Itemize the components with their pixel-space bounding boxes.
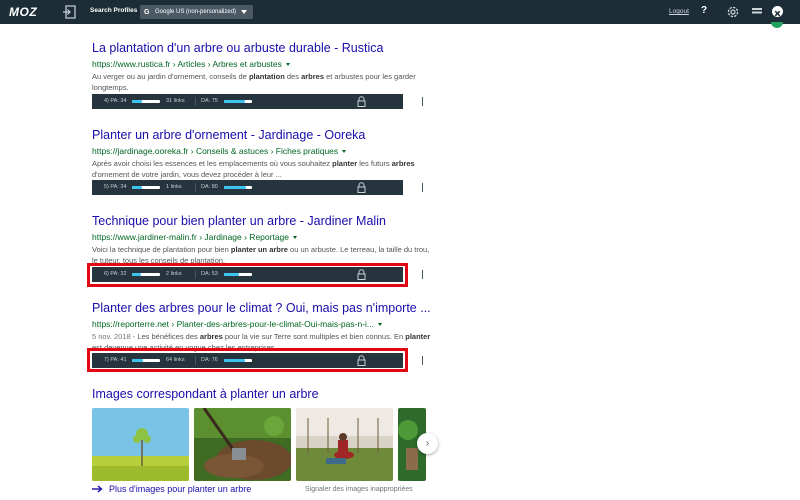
next-images-button[interactable]: › (417, 433, 438, 454)
result-snippet: Au verger ou au jardin d'ornement, conse… (92, 72, 416, 92)
google-icon: G (144, 8, 150, 16)
pa-meter (132, 100, 160, 103)
result-url-text: https://www.jardiner-malin.fr › Jardinag… (92, 232, 289, 242)
da-meter (224, 100, 252, 103)
status-indicator (771, 22, 783, 28)
close-icon[interactable] (772, 6, 783, 17)
result-date: 5 nov. 2018 - (92, 332, 138, 341)
chevron-down-icon[interactable] (342, 149, 347, 153)
help-icon[interactable]: ? (701, 5, 707, 16)
result-title-link[interactable]: Planter un arbre d'ornement - Jardinage … (92, 128, 432, 143)
pa-meter (132, 186, 160, 189)
arrow-right-icon (92, 485, 103, 493)
link-analysis-link[interactable]: Link Analysis (434, 96, 455, 108)
pa-meter-fill (132, 186, 142, 189)
da-meter (224, 186, 252, 189)
chevron-down-icon[interactable] (378, 322, 383, 326)
search-profile-value: Google US (non-personalized) (155, 9, 237, 15)
link-analysis-link[interactable]: Link Analysis (434, 269, 455, 281)
highlight-box (87, 263, 408, 287)
moz-metrics-bar: 5) PA: 34 1 links DA: 80 Link Analysis (92, 180, 455, 195)
divider (422, 356, 423, 365)
result-title-link[interactable]: La plantation d'un arbre ou arbuste dura… (92, 41, 432, 56)
moz-metrics-bar: 4) PA: 34 31 links DA: 75 Link Analysis (92, 94, 455, 109)
report-images-link[interactable]: Signaler des images inappropriées (305, 486, 413, 493)
result-title-link[interactable]: Technique pour bien planter un arbre - J… (92, 214, 432, 229)
da-meter-fill (224, 100, 245, 103)
moz-logo: MOZ (9, 5, 38, 19)
planting-shovel-image (194, 408, 291, 481)
more-images-label: Plus d'images pour planter un arbre (109, 484, 252, 494)
links-count: 31 links (166, 98, 185, 104)
result-url[interactable]: https://www.rustica.fr › Articles › Arbr… (92, 58, 432, 70)
result-url[interactable]: https://www.jardiner-malin.fr › Jardinag… (92, 231, 432, 243)
divider (422, 183, 423, 192)
search-profile-select[interactable]: G Google US (non-personalized) (140, 5, 253, 19)
result-url[interactable]: https://reporterre.net › Planter-des-arb… (92, 318, 432, 330)
exit-icon[interactable] (62, 5, 76, 19)
page-authority: 4) PA: 34 (104, 98, 127, 104)
da-meter-fill (224, 186, 247, 189)
chevron-down-icon[interactable] (293, 235, 297, 239)
result-snippet: Après avoir choisi les essences et les e… (92, 159, 415, 179)
image-thumb-planted-tree[interactable] (296, 408, 393, 481)
search-result: Technique pour bien planter un arbre - J… (92, 214, 432, 266)
chevron-down-icon (241, 10, 247, 14)
divider (195, 97, 196, 106)
divider (195, 183, 196, 192)
minimize-icon[interactable] (752, 8, 762, 15)
image-thumb-young-tree[interactable] (92, 408, 189, 481)
result-url-text: https://jardinage.ooreka.fr › Conseils &… (92, 146, 339, 156)
result-url-text: https://www.rustica.fr › Articles › Arbr… (92, 59, 282, 69)
pa-meter-fill (132, 100, 142, 103)
domain-authority: DA: 75 (201, 98, 218, 104)
lock-icon[interactable] (357, 96, 366, 107)
domain-authority: DA: 80 (201, 184, 218, 190)
search-result: Planter un arbre d'ornement - Jardinage … (92, 128, 432, 180)
divider (422, 270, 423, 279)
links-count: 1 links (166, 184, 182, 190)
planted-tree-image (296, 408, 393, 481)
lock-icon[interactable] (357, 182, 366, 193)
link-analysis-link[interactable]: Link Analysis (434, 182, 455, 194)
result-title-link[interactable]: Planter des arbres pour le climat ? Oui,… (92, 301, 432, 316)
chevron-right-icon: › (425, 438, 430, 449)
search-result: La plantation d'un arbre ou arbuste dura… (92, 41, 432, 93)
logout-link[interactable]: Logout (669, 8, 689, 15)
image-thumb-planting-shovel[interactable] (194, 408, 291, 481)
divider (422, 97, 423, 106)
link-analysis-link[interactable]: Link Analysis (434, 355, 455, 367)
result-url[interactable]: https://jardinage.ooreka.fr › Conseils &… (92, 145, 432, 157)
chevron-down-icon[interactable] (285, 62, 290, 66)
result-url-text: https://reporterre.net › Planter-des-arb… (92, 319, 375, 329)
more-images-link[interactable]: Plus d'images pour planter un arbre (92, 484, 251, 494)
highlight-box (87, 348, 408, 372)
young-tree-image (92, 408, 189, 481)
search-result: Planter des arbres pour le climat ? Oui,… (92, 301, 432, 353)
page-authority: 5) PA: 34 (104, 184, 127, 190)
mozbar-toolbar: MOZ Search Profiles G Google US (non-per… (0, 0, 800, 24)
search-profiles-label: Search Profiles (90, 7, 138, 14)
close-glyph (774, 10, 781, 17)
gear-icon[interactable] (726, 5, 740, 19)
images-heading[interactable]: Images correspondant à planter un arbre (92, 387, 319, 401)
